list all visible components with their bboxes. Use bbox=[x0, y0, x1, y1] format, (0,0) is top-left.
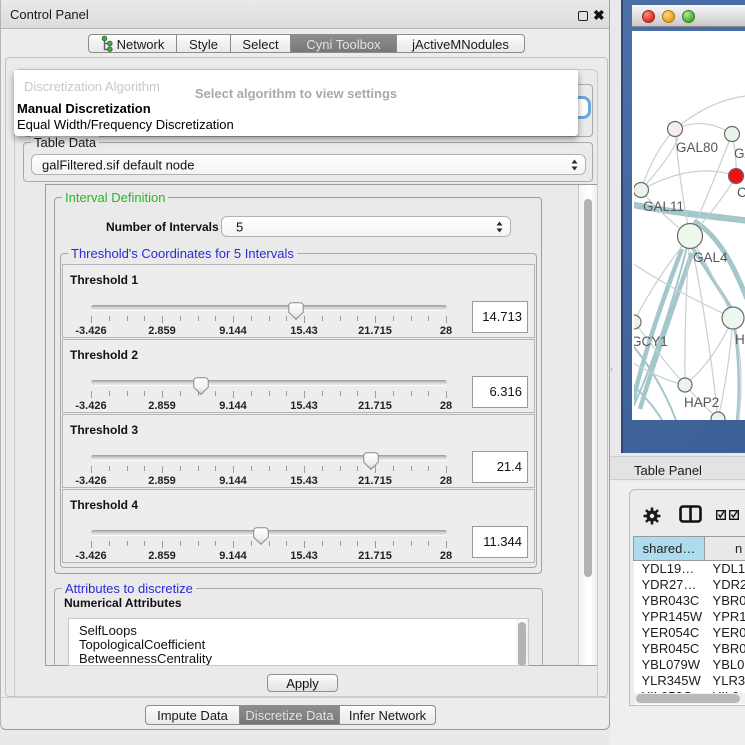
svg-text:GAL11: GAL11 bbox=[643, 199, 684, 214]
svg-text:GAL4: GAL4 bbox=[693, 250, 728, 265]
svg-text:GCY1: GCY1 bbox=[634, 334, 668, 349]
svg-text:GAL8: GAL8 bbox=[734, 146, 745, 161]
svg-text:GAL80: GAL80 bbox=[676, 140, 718, 155]
svg-text:HAP2: HAP2 bbox=[684, 395, 719, 410]
svg-text:CC: CC bbox=[737, 185, 745, 200]
svg-text:H: H bbox=[735, 332, 745, 347]
